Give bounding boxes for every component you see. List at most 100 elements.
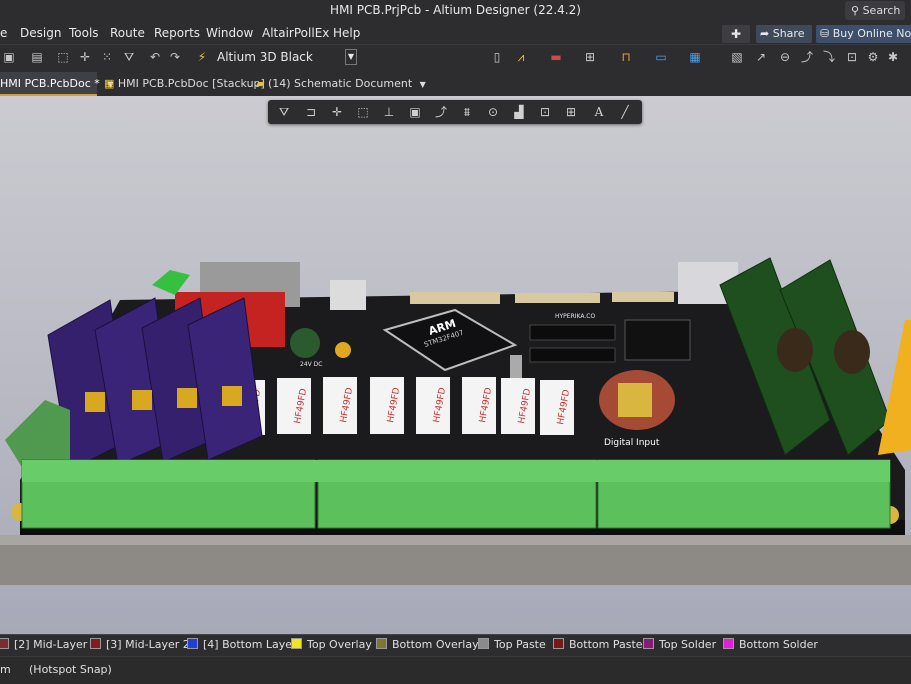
layer-swatch [553, 638, 564, 649]
arc-icon[interactable]: ↗ [754, 50, 768, 64]
crosshair-icon[interactable]: ✛ [329, 104, 345, 120]
active-bar [268, 100, 642, 124]
main-toolbar [0, 44, 911, 73]
layer-tab-bottom-overlay[interactable]: Bottom Overlay [376, 638, 479, 651]
silk-company: HYPERIKA.CO [555, 313, 595, 320]
polygon-icon[interactable]: ▟ [511, 104, 527, 120]
menu-tools[interactable]: Tools [69, 26, 99, 40]
inductor [834, 330, 870, 374]
undo-icon[interactable]: ↶ [148, 50, 162, 64]
diff-pair-icon[interactable]: ⤵ [822, 50, 836, 64]
status-snap: (Hotspot Snap) [29, 663, 112, 676]
ic [529, 347, 616, 363]
buy-online-button[interactable]: ⛁ Buy Online Now [816, 25, 911, 43]
save-icon[interactable]: ▣ [2, 50, 16, 64]
menu-reports[interactable]: Reports [154, 26, 200, 40]
via-icon[interactable]: ⊖ [778, 50, 792, 64]
notifications-button[interactable]: ✚ [722, 25, 750, 43]
layer-swatch [90, 638, 101, 649]
tab-schematic[interactable]: ▰ (14) Schematic Document ▼ [256, 72, 426, 96]
layer-tab-mid-2[interactable]: [3] Mid-Layer 2 [90, 638, 190, 651]
search-label: Search [862, 4, 901, 17]
capacitor [222, 386, 242, 406]
region-icon[interactable]: ⊡ [537, 104, 553, 120]
layer-tab-top-solder[interactable]: Top Solder [643, 638, 716, 651]
menu-edit[interactable]: e [0, 26, 7, 40]
ic [624, 319, 691, 361]
chart-icon[interactable]: ⩘ [514, 50, 528, 64]
layer-label: Bottom Paste [569, 638, 643, 651]
menu-route[interactable]: Route [110, 26, 145, 40]
message-plus-icon: ✚ [730, 27, 742, 41]
ribbon-connector [515, 293, 600, 303]
menu-altairpollex[interactable]: AltairPollEx [262, 26, 329, 40]
layer-tab-bottom-paste[interactable]: Bottom Paste [553, 638, 643, 651]
window-title: HMI PCB.PrjPcb - Altium Designer (22.4.2… [330, 3, 581, 17]
interactive-route-icon[interactable]: ⤴ [800, 50, 814, 64]
status-bar [0, 656, 911, 684]
silk-dc: 24V DC [300, 361, 322, 368]
filter-clear-icon[interactable]: ⛛ [122, 50, 136, 64]
select-more-icon[interactable]: ⁙ [100, 50, 114, 64]
ribbon-connector [410, 292, 500, 304]
route-icon[interactable]: ⊓ [619, 50, 633, 64]
tab-stackup[interactable]: ▦ HMI PCB.PcbDoc [Stackup] [104, 72, 265, 96]
view-config-select[interactable]: Altium 3D Black ▼ [217, 48, 357, 66]
align-icon[interactable]: ⊥ [381, 104, 397, 120]
interactive-routing-icon[interactable]: ⊐ [303, 104, 319, 120]
search-box[interactable]: ⚲ Search [845, 1, 905, 20]
line-icon[interactable]: ╱ [617, 104, 633, 120]
select-rect-icon[interactable]: ⬚ [56, 50, 70, 64]
layer-swatch [723, 638, 734, 649]
move-icon[interactable]: ✛ [78, 50, 92, 64]
search-icon: ⚲ [851, 4, 860, 17]
via-icon[interactable]: ⊙ [485, 104, 501, 120]
text-icon[interactable]: A [591, 104, 607, 120]
track-icon[interactable]: ⤴ [433, 104, 449, 120]
analog-modules [47, 297, 263, 471]
dimension-icon[interactable]: ⊞ [563, 104, 579, 120]
electrolytic-capacitor [510, 355, 522, 379]
align-icon[interactable]: ▬ [549, 50, 563, 64]
length-tune-icon[interactable]: ⩩ [459, 104, 475, 120]
menu-help[interactable]: Help [333, 26, 360, 40]
wand-icon[interactable]: ⚡ [195, 50, 209, 64]
share-button[interactable]: ➦ Share [756, 25, 812, 43]
cart-icon: ⛁ [820, 27, 830, 40]
gear-icon[interactable]: ⚙ [866, 50, 880, 64]
pin-icon[interactable]: ✱ [886, 50, 900, 64]
green-connector [152, 270, 190, 295]
ribbon-connector [612, 292, 674, 302]
layer-swatch [643, 638, 654, 649]
ic [529, 324, 616, 341]
share-label: Share [772, 27, 805, 40]
component-icon[interactable]: ⊞ [583, 50, 597, 64]
title-bar: HMI PCB.PrjPcb - Altium Designer (22.4.2… [0, 0, 911, 22]
capacitor [177, 388, 197, 408]
inductor [777, 328, 813, 372]
menu-window[interactable]: Window [206, 26, 253, 40]
save-all-icon[interactable]: ▤ [30, 50, 44, 64]
layer-tab-top-paste[interactable]: Top Paste [478, 638, 546, 651]
menu-design[interactable]: Design [20, 26, 61, 40]
select-icon[interactable]: ⬚ [355, 104, 371, 120]
redo-icon[interactable]: ↷ [168, 50, 182, 64]
tab-pcbdoc[interactable]: HMI PCB.PcbDoc * ▼ [0, 72, 113, 96]
layer-select-icon[interactable]: ▯ [490, 50, 504, 64]
layer-tab-bottom-solder[interactable]: Bottom Solder [723, 638, 818, 651]
layer-tab-bottom[interactable]: [4] Bottom Layer [187, 638, 297, 651]
place-icon[interactable]: ▭ [654, 50, 668, 64]
hatch-icon[interactable]: ▧ [730, 50, 744, 64]
terminal-top [22, 460, 890, 482]
layer-tab-mid-1[interactable]: [2] Mid-Layer 1 [0, 638, 98, 651]
grid-icon[interactable]: ▦ [688, 50, 702, 64]
component-icon[interactable]: ▣ [407, 104, 423, 120]
tab-label: (14) Schematic Document [267, 77, 413, 90]
view-config-value: Altium 3D Black [217, 50, 313, 64]
stackup-icon: ▦ [104, 77, 115, 90]
layer-tab-top-overlay[interactable]: Top Overlay [291, 638, 372, 651]
filter-icon[interactable]: ⛛ [276, 104, 292, 120]
pcb-3d-viewport[interactable]: ARM STM32F407 HYPERIKA.CO 24V DC Digital… [0, 96, 911, 634]
chevron-down-icon[interactable]: ▼ [420, 80, 426, 89]
length-tune-icon[interactable]: ⊡ [845, 50, 859, 64]
